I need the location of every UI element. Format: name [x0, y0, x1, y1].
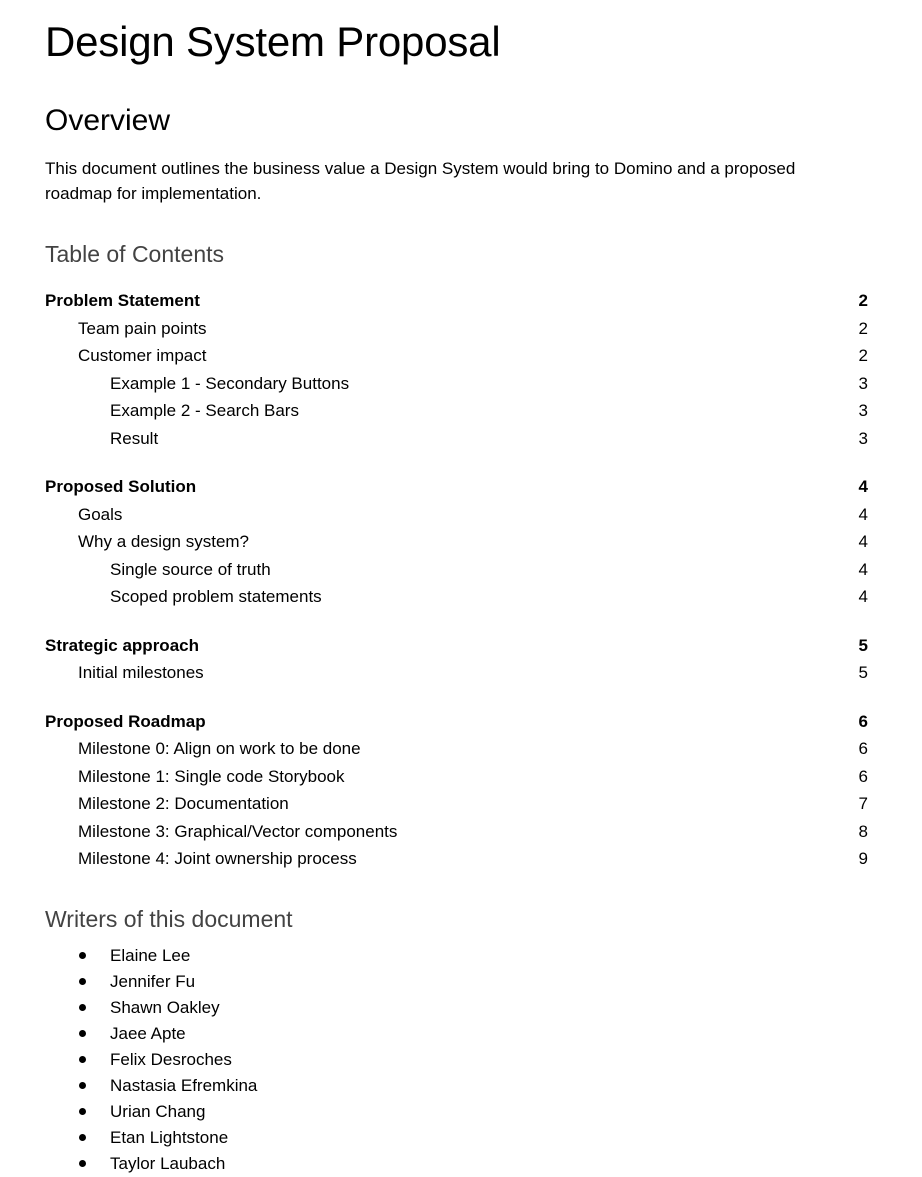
- table-of-contents-heading: Table of Contents: [45, 240, 225, 267]
- toc-entry-label: Result: [110, 428, 159, 448]
- toc-entry-label: Scoped problem statements: [110, 587, 322, 607]
- writers-heading: Writers of this document: [45, 905, 293, 932]
- writer-name: Jaee Apte: [110, 1024, 186, 1044]
- toc-entry[interactable]: Single source of truth 4: [45, 556, 868, 584]
- writer-name: Urian Chang: [110, 1102, 206, 1122]
- toc-entry-page-number: 4: [858, 559, 868, 579]
- toc-entry-page-number: 4: [858, 477, 868, 497]
- bullet-icon: [79, 978, 86, 986]
- toc-entry[interactable]: Example 1 - Secondary Buttons 3: [45, 370, 868, 398]
- toc-entry-page-number: 7: [858, 794, 868, 814]
- toc-entry[interactable]: Milestone 0: Align on work to be done 6: [45, 735, 868, 763]
- toc-entry-label: Milestone 1: Single code Storybook: [78, 766, 345, 786]
- document-page: Design System Proposal Overview This doc…: [0, 0, 922, 1176]
- toc-entry-label: Milestone 0: Align on work to be done: [78, 739, 361, 759]
- overview-paragraph: This document outlines the business valu…: [45, 158, 796, 203]
- toc-entry[interactable]: Why a design system? 4: [45, 528, 868, 556]
- writers-list: Elaine Lee Jennifer Fu Shawn Oakley Jaee Ap…: [45, 932, 868, 1177]
- toc-entry-label: Customer impact: [78, 346, 207, 366]
- toc-entry-label: Single source of truth: [110, 559, 271, 579]
- toc-entry-page-number: 3: [858, 373, 868, 393]
- toc-entry[interactable]: Milestone 2: Documentation 7: [45, 790, 868, 818]
- toc-entry-page-number: 6: [858, 739, 868, 759]
- toc-entry[interactable]: Team pain points 2: [45, 315, 868, 343]
- list-item: Taylor Laubach: [45, 1151, 868, 1177]
- list-item: Elaine Lee: [45, 943, 868, 969]
- toc-entry[interactable]: Proposed Solution 4: [45, 473, 868, 501]
- toc-entry-label: Example 1 - Secondary Buttons: [110, 373, 350, 393]
- list-item: Etan Lightstone: [45, 1125, 868, 1151]
- toc-entry-page-number: 2: [858, 291, 868, 311]
- writer-name: Shawn Oakley: [110, 998, 220, 1018]
- toc-entry-label: Proposed Roadmap: [45, 711, 206, 731]
- toc-entry-page-number: 5: [858, 663, 868, 683]
- writer-name: Etan Lightstone: [110, 1128, 229, 1148]
- list-item: Nastasia Efremkina: [45, 1073, 868, 1099]
- bullet-icon: [79, 1056, 86, 1064]
- toc-entry-page-number: 4: [858, 504, 868, 524]
- toc-entry[interactable]: Initial milestones 5: [45, 659, 868, 687]
- toc-entry-label: Milestone 3: Graphical/Vector components: [78, 821, 398, 841]
- toc-group: Proposed Roadmap 6 Milestone 0: Align on w…: [45, 708, 868, 873]
- toc-entry-label: Why a design system?: [78, 532, 250, 552]
- list-item: Shawn Oakley: [45, 995, 868, 1021]
- writer-name: Elaine Lee: [110, 946, 191, 966]
- toc-entry[interactable]: Problem Statement 2: [45, 287, 868, 315]
- toc-entry-page-number: 3: [858, 428, 868, 448]
- toc-entry-label: Strategic approach: [45, 635, 199, 655]
- toc-entry-label: Example 2 - Search Bars: [110, 401, 299, 421]
- writer-name: Felix Desroches: [110, 1050, 232, 1070]
- bullet-icon: [79, 1004, 86, 1012]
- toc-entry-page-number: 2: [858, 318, 868, 338]
- page-title: Design System Proposal: [45, 18, 501, 65]
- toc-entry[interactable]: Result 3: [45, 425, 868, 453]
- toc-entry-page-number: 5: [858, 635, 868, 655]
- bullet-icon: [79, 1030, 86, 1038]
- toc-entry[interactable]: Strategic approach 5: [45, 632, 868, 660]
- toc-group: Strategic approach 5 Initial milestones 5: [45, 632, 868, 687]
- toc-entry[interactable]: Example 2 - Search Bars 3: [45, 397, 868, 425]
- bullet-icon: [79, 1108, 86, 1116]
- toc-entry-page-number: 2: [858, 346, 868, 366]
- toc-entry-label: Problem Statement: [45, 291, 200, 311]
- toc-entry[interactable]: Customer impact 2: [45, 342, 868, 370]
- toc-entry[interactable]: Milestone 1: Single code Storybook 6: [45, 763, 868, 791]
- toc-entry[interactable]: Proposed Roadmap 6: [45, 708, 868, 736]
- toc-group: Proposed Solution 4 Goals 4 Why a design sys…: [45, 473, 868, 611]
- writer-name: Nastasia Efremkina: [110, 1076, 258, 1096]
- toc-entry-page-number: 3: [858, 401, 868, 421]
- toc-entry-page-number: 4: [858, 587, 868, 607]
- list-item: Felix Desroches: [45, 1047, 868, 1073]
- toc-entry-page-number: 9: [858, 849, 868, 869]
- toc-entry-label: Milestone 4: Joint ownership process: [78, 849, 357, 869]
- toc-entry-label: Milestone 2: Documentation: [78, 794, 289, 814]
- bullet-icon: [79, 1082, 86, 1090]
- toc-group: Problem Statement 2 Team pain points 2 Custo…: [45, 287, 868, 452]
- toc-entry-page-number: 6: [858, 766, 868, 786]
- section-heading-overview: Overview: [45, 104, 171, 138]
- toc-entry[interactable]: Milestone 4: Joint ownership process 9: [45, 845, 868, 873]
- bullet-icon: [79, 952, 86, 960]
- bullet-icon: [79, 1160, 86, 1168]
- toc-entry[interactable]: Scoped problem statements 4: [45, 583, 868, 611]
- toc-entry-label: Proposed Solution: [45, 477, 197, 497]
- list-item: Jaee Apte: [45, 1021, 868, 1047]
- toc-entry-label: Initial milestones: [78, 663, 204, 683]
- list-item: Jennifer Fu: [45, 969, 868, 995]
- bullet-icon: [79, 1134, 86, 1142]
- toc-entry-page-number: 6: [858, 711, 868, 731]
- toc-entry-label: Team pain points: [78, 318, 207, 338]
- list-item: Urian Chang: [45, 1099, 868, 1125]
- toc-entry-page-number: 8: [858, 821, 868, 841]
- writer-name: Taylor Laubach: [110, 1154, 226, 1174]
- toc-entry[interactable]: Milestone 3: Graphical/Vector components…: [45, 818, 868, 846]
- table-of-contents: Problem Statement 2 Team pain points 2 Custo…: [45, 267, 868, 873]
- writer-name: Jennifer Fu: [110, 972, 196, 992]
- toc-entry-page-number: 4: [858, 532, 868, 552]
- toc-entry[interactable]: Goals 4: [45, 501, 868, 529]
- toc-entry-label: Goals: [78, 504, 123, 524]
